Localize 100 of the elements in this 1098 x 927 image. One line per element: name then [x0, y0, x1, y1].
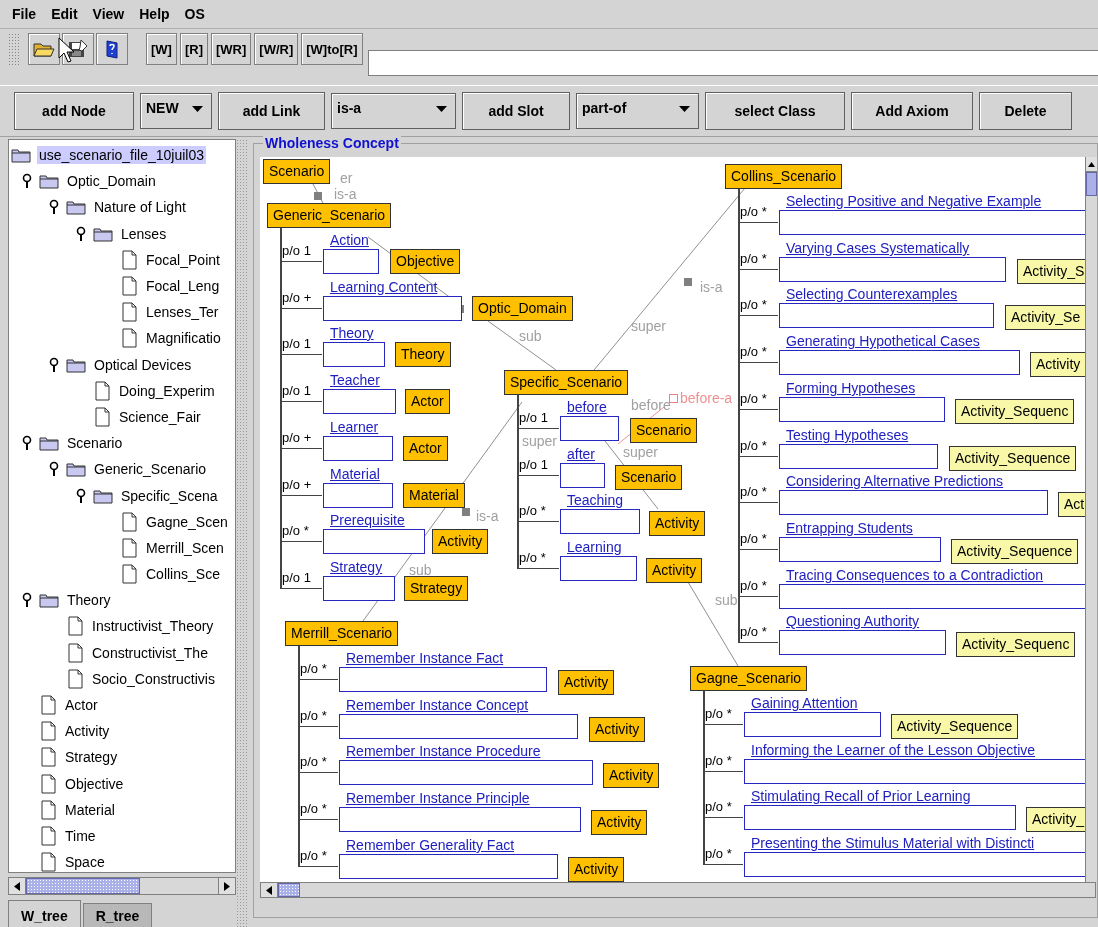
slot-link[interactable]: Remember Instance Concept: [346, 697, 529, 714]
slot-box[interactable]: [323, 529, 425, 554]
tree-item[interactable]: Optical Devices: [92, 355, 194, 374]
slot-link[interactable]: Questioning Authority: [786, 613, 920, 630]
slot-box[interactable]: [779, 537, 941, 562]
toolbar-button[interactable]: [W/R]: [254, 33, 299, 65]
tree-item[interactable]: Gagne_Scen: [144, 512, 230, 531]
slot-box[interactable]: [323, 296, 462, 321]
slot-link[interactable]: Strategy: [330, 559, 383, 576]
scrollbar[interactable]: [8, 877, 237, 895]
slot-box[interactable]: [779, 257, 1006, 282]
type-node[interactable]: Activity: [568, 857, 625, 882]
type-node[interactable]: Material: [403, 483, 465, 508]
slot-box[interactable]: [779, 397, 945, 422]
open-folder-icon[interactable]: [28, 33, 60, 65]
slot-box[interactable]: [744, 805, 1016, 830]
scrollbar[interactable]: [260, 882, 1096, 898]
type-node[interactable]: Activity: [603, 763, 660, 788]
dropdown[interactable]: part-of: [576, 93, 699, 129]
slot-link[interactable]: Remember Instance Procedure: [346, 743, 541, 760]
slot-box[interactable]: [560, 509, 640, 534]
slot-box[interactable]: [779, 210, 1085, 235]
menu-item[interactable]: OS: [184, 6, 205, 22]
type-node[interactable]: Actor: [403, 436, 448, 461]
dropdown[interactable]: NEW: [140, 93, 212, 129]
text-field[interactable]: [367, 50, 1098, 76]
type-node[interactable]: Activity: [591, 810, 648, 835]
type-node[interactable]: Scenario: [615, 465, 683, 490]
slot-link[interactable]: Entrapping Students: [786, 520, 913, 537]
toolbar-button[interactable]: add Node: [14, 92, 134, 130]
type-node[interactable]: Scenario: [630, 418, 698, 443]
tree-item[interactable]: Objective: [63, 774, 126, 793]
slot-link[interactable]: Remember Generality Fact: [346, 837, 515, 854]
tree-item[interactable]: Lenses: [119, 224, 169, 243]
tree-item[interactable]: Scenario: [65, 434, 125, 453]
slot-link[interactable]: Material: [330, 466, 380, 483]
toolbar-button[interactable]: [R]: [179, 33, 208, 65]
slot-box[interactable]: [779, 444, 938, 469]
tree-item[interactable]: Lenses_Ter: [144, 303, 221, 322]
type-node[interactable]: Activity_Sequence: [891, 714, 1019, 739]
slot-box[interactable]: [744, 712, 881, 737]
tree-item[interactable]: Magnificatio: [144, 329, 223, 348]
slot-link[interactable]: Forming Hypotheses: [786, 380, 916, 397]
type-node[interactable]: Activity_Sequenc: [956, 632, 1076, 657]
slot-box[interactable]: [323, 389, 396, 414]
tree-item[interactable]: Space: [63, 853, 107, 872]
slot-box[interactable]: [339, 807, 581, 832]
menu-item[interactable]: Help: [139, 6, 170, 22]
slot-box[interactable]: [323, 576, 395, 601]
slot-link[interactable]: Testing Hypotheses: [786, 427, 909, 444]
slot-link[interactable]: Action: [330, 232, 369, 249]
tree-item[interactable]: Science_Fair: [117, 407, 203, 426]
type-node[interactable]: Activity_: [1026, 807, 1085, 832]
slot-box[interactable]: [560, 556, 637, 581]
toolbar-button[interactable]: add Slot: [462, 92, 570, 130]
slot-box[interactable]: [560, 463, 605, 488]
slot-box[interactable]: [339, 667, 547, 692]
slot-link[interactable]: Remember Instance Fact: [346, 650, 504, 667]
book-icon[interactable]: [96, 33, 128, 65]
tree-item[interactable]: Socio_Constructivis: [90, 669, 217, 688]
scrollbar-thumb[interactable]: [1086, 172, 1097, 196]
type-node[interactable]: Activity: [558, 670, 615, 695]
menu-item[interactable]: View: [92, 6, 125, 22]
scrollbar-thumb[interactable]: [278, 883, 300, 897]
slot-box[interactable]: [339, 854, 558, 879]
tree-item[interactable]: Activity: [63, 722, 112, 741]
type-node[interactable]: Objective: [390, 249, 461, 274]
slot-link[interactable]: Informing the Learner of the Lesson Objective: [751, 742, 1036, 759]
slot-link[interactable]: Teacher: [330, 372, 380, 389]
frame-header[interactable]: Generic_Scenario: [267, 203, 392, 228]
toolbar-button[interactable]: [W]: [146, 33, 177, 65]
slot-link[interactable]: Varying Cases Systematically: [786, 240, 970, 257]
slot-box[interactable]: [744, 852, 1085, 877]
tree-item[interactable]: Doing_Experim: [117, 381, 217, 400]
type-node[interactable]: Activity_S: [1017, 259, 1085, 284]
type-node[interactable]: Act: [1058, 492, 1085, 517]
frame-header[interactable]: Gagne_Scenario: [690, 666, 808, 691]
slot-link[interactable]: Presenting the Stimulus Material with Distincti: [751, 835, 1035, 852]
slot-box[interactable]: [779, 630, 946, 655]
slot-link[interactable]: Generating Hypothetical Cases: [786, 333, 980, 350]
tree-item[interactable]: Instructivist_Theory: [90, 617, 216, 636]
slot-link[interactable]: Gaining Attention: [751, 695, 858, 712]
slot-link[interactable]: before: [567, 399, 607, 416]
toolbar-button[interactable]: [W]to[R]: [301, 33, 363, 65]
tree-item[interactable]: Collins_Sce: [144, 565, 222, 584]
tree-item[interactable]: Specific_Scena: [119, 486, 220, 505]
type-node[interactable]: Activity_Sequenc: [955, 399, 1075, 424]
slot-box[interactable]: [339, 760, 593, 785]
frame-header[interactable]: Collins_Scenario: [725, 164, 843, 189]
slot-link[interactable]: Learner: [330, 419, 379, 436]
slot-link[interactable]: Learning: [567, 539, 622, 556]
tree-item[interactable]: Nature of Light: [92, 198, 188, 217]
toolbar-button[interactable]: Add Axiom: [851, 92, 973, 130]
slot-link[interactable]: Considering Alternative Predictions: [786, 473, 1004, 490]
frame-header[interactable]: Merrill_Scenario: [285, 621, 399, 646]
tree-item[interactable]: use_scenario_file_10juil03: [37, 146, 206, 165]
tree-item[interactable]: Constructivist_The: [90, 643, 210, 662]
type-node[interactable]: Activity_Sequence: [949, 446, 1077, 471]
menu-item[interactable]: File: [12, 6, 37, 22]
slot-link[interactable]: after: [567, 446, 595, 463]
